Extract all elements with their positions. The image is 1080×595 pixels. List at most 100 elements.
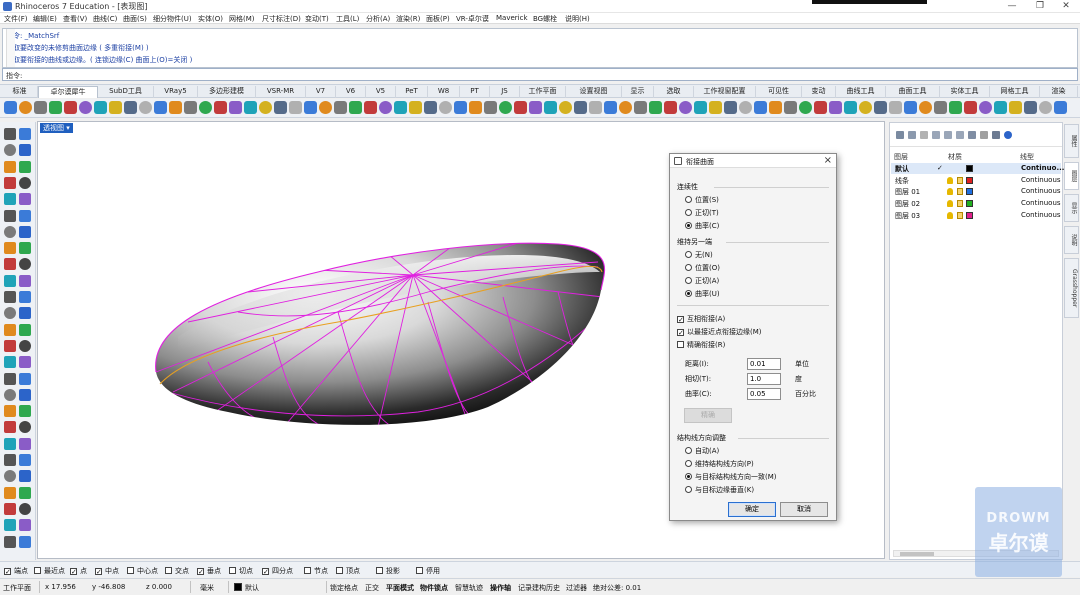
left-toolbar-command-icon[interactable] xyxy=(4,356,16,369)
toolbar-command-icon[interactable] xyxy=(469,101,482,114)
tab-select[interactable]: 选取 xyxy=(654,86,694,98)
left-toolbar-command-icon[interactable] xyxy=(4,160,16,173)
layer-color-swatch[interactable] xyxy=(966,200,973,207)
layer-visible-bulb-icon[interactable] xyxy=(947,212,953,219)
left-toolbar-command-icon[interactable] xyxy=(19,291,31,303)
osnap-project[interactable]: 投影 xyxy=(376,566,400,576)
menu-analyze[interactable]: 分析(A) xyxy=(366,14,390,24)
toolbar-command-icon[interactable] xyxy=(694,101,707,114)
menu-maverick[interactable]: Maverick xyxy=(496,14,528,22)
left-toolbar-command-icon[interactable] xyxy=(19,519,31,532)
toolbar-command-icon[interactable] xyxy=(94,101,107,114)
toolbar-command-icon[interactable] xyxy=(754,101,767,114)
toolbar-command-icon[interactable] xyxy=(19,101,32,114)
toolbar-command-icon[interactable] xyxy=(139,101,152,114)
radio-button[interactable] xyxy=(685,209,692,216)
toolbar-command-icon[interactable] xyxy=(79,101,92,114)
left-toolbar-command-icon[interactable] xyxy=(19,193,31,206)
toolbar-command-icon[interactable] xyxy=(514,101,527,114)
menu-edit[interactable]: 编辑(E) xyxy=(33,14,57,24)
left-toolbar-command-icon[interactable] xyxy=(4,242,16,255)
isocurve-option-match-target[interactable]: 与目标结构线方向一致(M) xyxy=(685,472,777,482)
left-toolbar-command-icon[interactable] xyxy=(19,144,31,157)
left-toolbar-command-icon[interactable] xyxy=(4,144,16,157)
radio-button[interactable] xyxy=(685,486,692,493)
toolbar-command-icon[interactable] xyxy=(349,101,362,114)
checkbox-checked[interactable]: ✓ xyxy=(677,316,684,324)
toolbar-command-icon[interactable] xyxy=(979,101,992,114)
radio-button[interactable] xyxy=(685,196,692,203)
toolbar-command-icon[interactable] xyxy=(739,101,752,114)
menu-surface[interactable]: 曲面(S) xyxy=(123,14,147,24)
left-toolbar-command-icon[interactable] xyxy=(4,291,16,303)
layer-row-01[interactable]: 图层 01 Continuous xyxy=(891,186,1061,197)
menu-subd[interactable]: 细分物件(U) xyxy=(153,14,192,24)
toolbar-command-icon[interactable] xyxy=(124,101,137,114)
left-toolbar-command-icon[interactable] xyxy=(19,225,31,238)
tab-w8[interactable]: W8 xyxy=(428,86,460,98)
checkbox-unchecked[interactable] xyxy=(677,341,684,348)
toolbar-command-icon[interactable] xyxy=(964,101,977,114)
left-toolbar-command-icon[interactable] xyxy=(19,274,31,287)
menu-view[interactable]: 查看(V) xyxy=(63,14,87,24)
left-toolbar-command-icon[interactable] xyxy=(19,323,31,336)
toolbar-command-icon[interactable] xyxy=(4,101,17,114)
toolbar-command-icon[interactable] xyxy=(544,101,557,114)
tab-render[interactable]: 渲染 xyxy=(1040,86,1078,98)
left-toolbar-command-icon[interactable] xyxy=(4,193,16,206)
toolbar-command-icon[interactable] xyxy=(274,101,287,114)
osnap-near[interactable]: 最近点 xyxy=(34,566,65,576)
tab-curve-tools[interactable]: 曲线工具 xyxy=(836,86,886,98)
toolbar-command-icon[interactable] xyxy=(634,101,647,114)
toggle-smarttrack[interactable]: 智慧轨迹 xyxy=(455,583,483,593)
osnap-mid[interactable]: ✓ 中点 xyxy=(95,566,119,576)
status-current-layer[interactable]: 默认 xyxy=(245,583,259,593)
left-toolbar-command-icon[interactable] xyxy=(19,307,31,320)
status-unit[interactable]: 毫米 xyxy=(200,583,214,593)
menu-tools[interactable]: 工具(L) xyxy=(336,14,359,24)
continuity-option-position[interactable]: 位置(S) xyxy=(685,195,719,205)
layer-unlock-icon[interactable] xyxy=(957,177,963,184)
layer-color-swatch[interactable] xyxy=(966,212,973,219)
toolbar-command-icon[interactable] xyxy=(1054,101,1067,114)
left-toolbar-command-icon[interactable] xyxy=(4,225,16,238)
menu-mesh[interactable]: 网格(M) xyxy=(229,14,255,24)
tab-display[interactable]: 显示 xyxy=(622,86,654,98)
tab-mesh-tools[interactable]: 网格工具 xyxy=(990,86,1040,98)
layer-unlock-icon[interactable] xyxy=(957,200,963,207)
tab-surface-tools[interactable]: 曲面工具 xyxy=(886,86,940,98)
toolbar-command-icon[interactable] xyxy=(724,101,737,114)
toolbar-command-icon[interactable] xyxy=(379,101,392,114)
layer-color-swatch[interactable] xyxy=(966,165,973,172)
move-down-icon[interactable] xyxy=(944,131,952,139)
left-toolbar-command-icon[interactable] xyxy=(19,502,31,515)
keep-option-curvature[interactable]: 曲率(U) xyxy=(685,289,720,299)
left-toolbar-command-icon[interactable] xyxy=(4,486,16,499)
left-toolbar-command-icon[interactable] xyxy=(19,486,31,499)
toolbar-command-icon[interactable] xyxy=(1024,101,1037,114)
side-tab-properties[interactable]: 属性 xyxy=(1064,124,1079,158)
toolbar-command-icon[interactable] xyxy=(64,101,77,114)
dialog-title-bar[interactable]: 衔接曲面 × xyxy=(670,154,836,168)
toolbar-command-icon[interactable] xyxy=(49,101,62,114)
tangency-input[interactable]: 1.0 xyxy=(747,373,781,385)
layer-row-default[interactable]: 默认 ✓ Continuo... xyxy=(891,163,1064,174)
keep-option-tangency[interactable]: 正切(A) xyxy=(685,276,719,286)
left-toolbar-command-icon[interactable] xyxy=(19,356,31,369)
left-toolbar-command-icon[interactable] xyxy=(4,339,16,352)
toolbar-command-icon[interactable] xyxy=(859,101,872,114)
settings-icon[interactable] xyxy=(992,131,1000,139)
toolbar-command-icon[interactable] xyxy=(289,101,302,114)
osnap-vertex[interactable]: 顶点 xyxy=(336,566,360,576)
toolbar-command-icon[interactable] xyxy=(154,101,167,114)
tab-vray5[interactable]: VRay5 xyxy=(154,86,198,98)
left-toolbar-command-icon[interactable] xyxy=(19,372,31,385)
left-toolbar-command-icon[interactable] xyxy=(19,339,31,352)
tab-polygon-modeling[interactable]: 多边形建模 xyxy=(198,86,256,98)
layer-row-lines[interactable]: 线条 Continuous xyxy=(891,175,1061,186)
match-edges-together-checkbox[interactable]: ✓ 互相衔接(A) xyxy=(677,314,725,324)
surface-model[interactable] xyxy=(155,240,606,434)
menu-bg-bolt[interactable]: BG螺栓 xyxy=(533,14,557,24)
left-toolbar-command-icon[interactable] xyxy=(4,209,16,222)
toolbar-command-icon[interactable] xyxy=(319,101,332,114)
